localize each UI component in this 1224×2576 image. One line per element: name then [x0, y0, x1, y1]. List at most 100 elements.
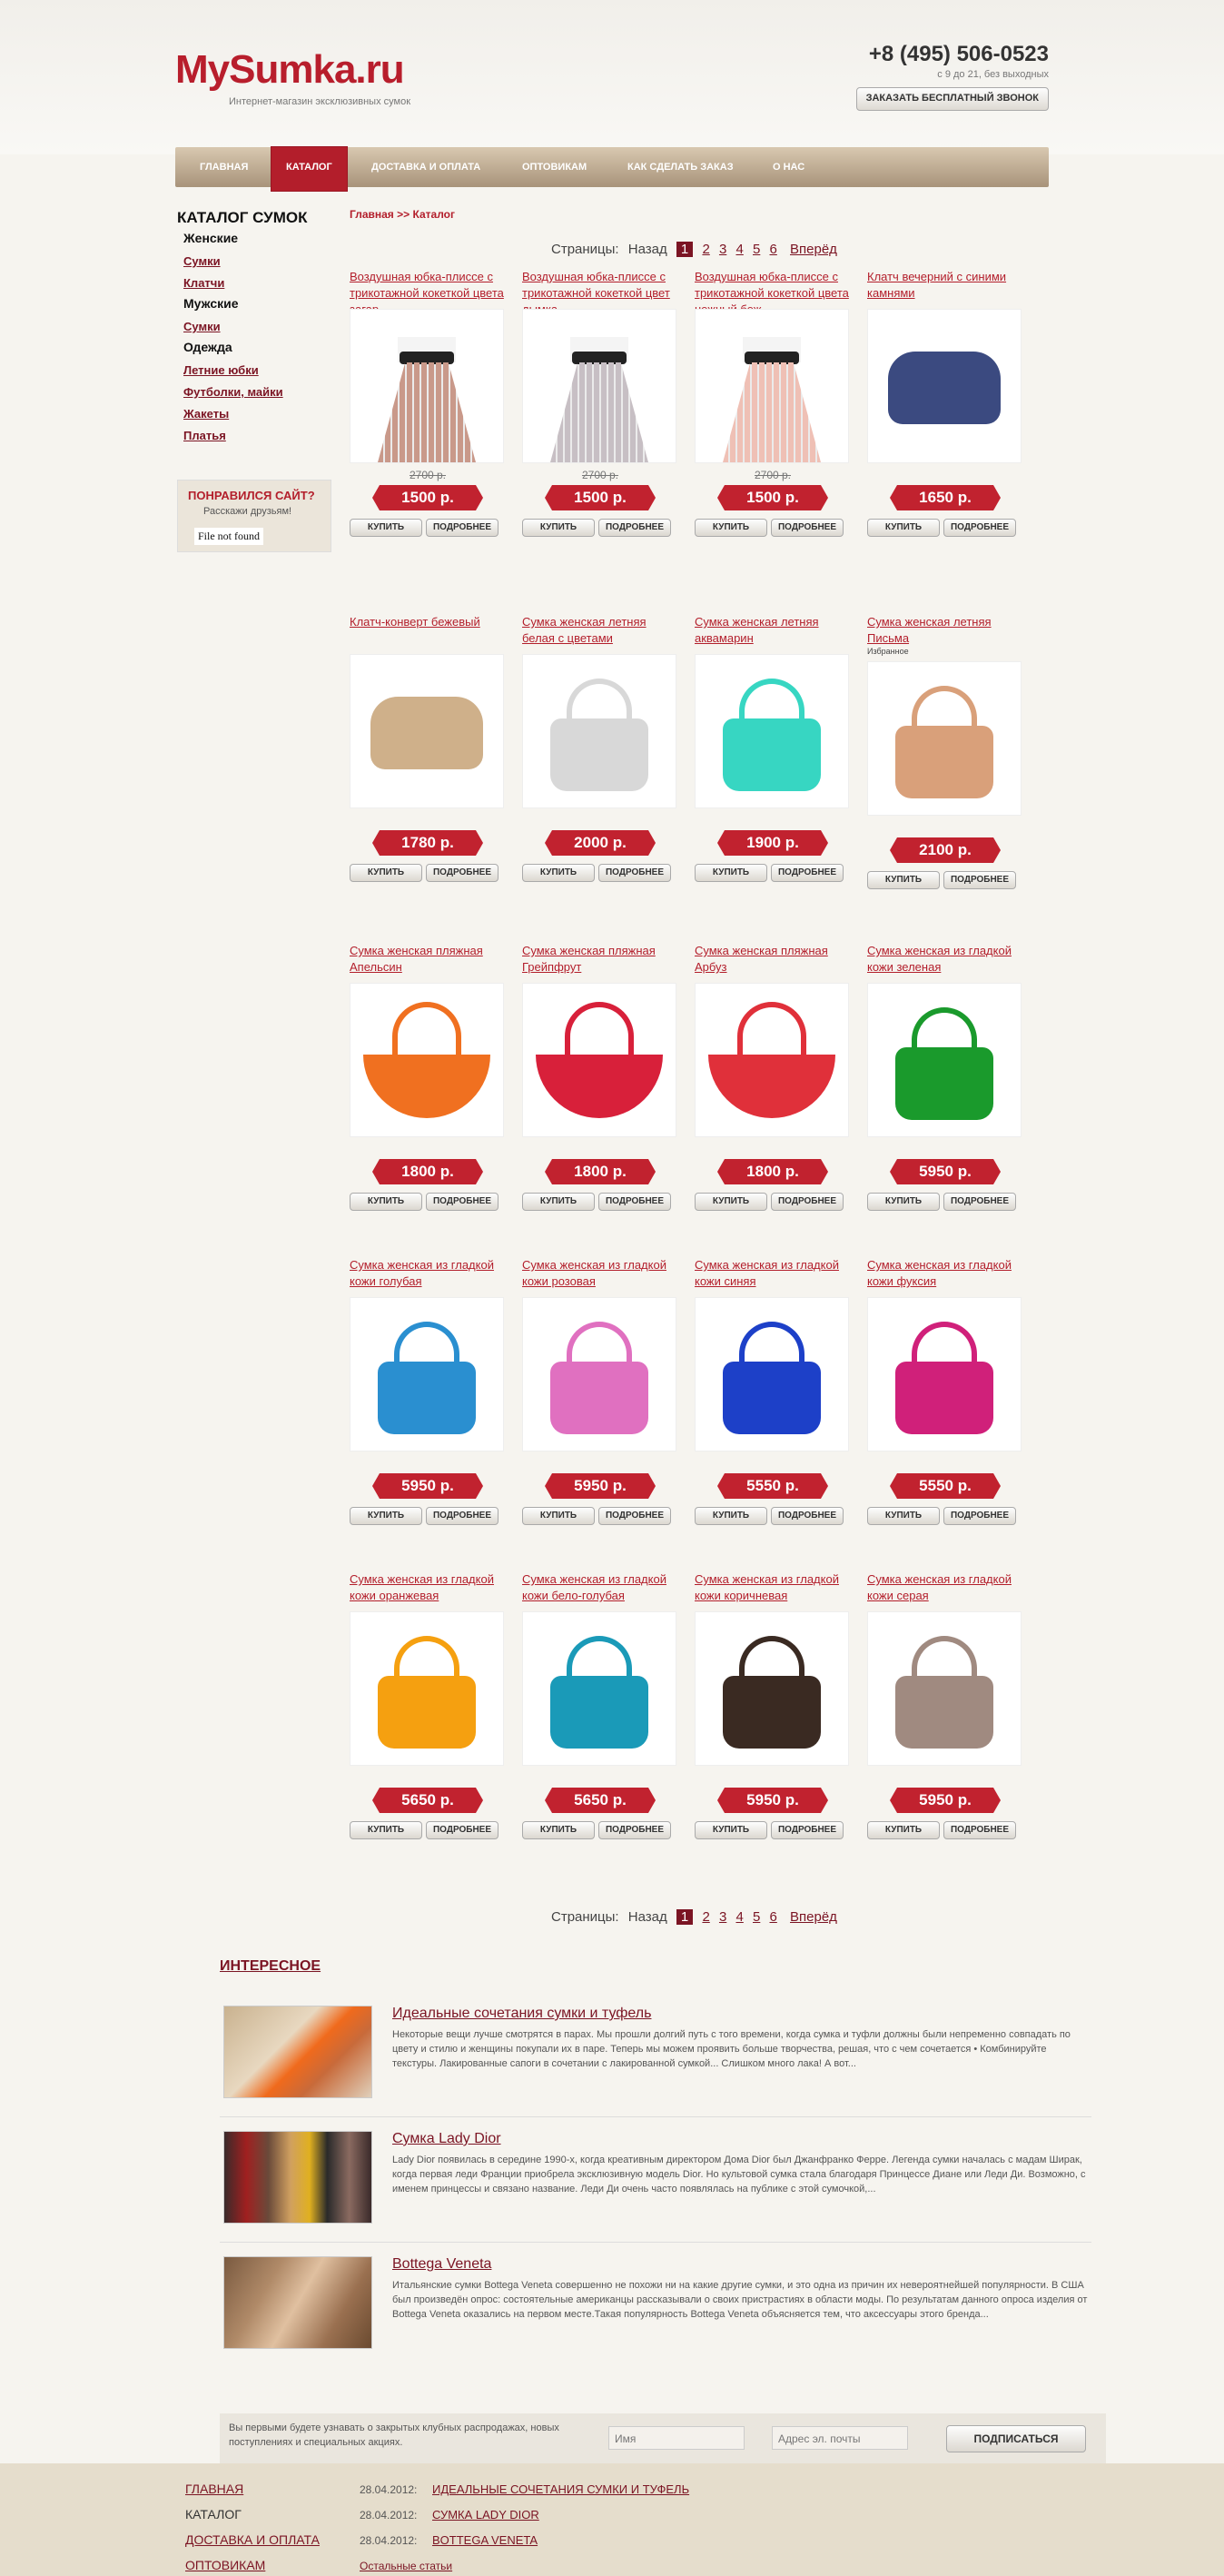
page-link[interactable]: 3 — [719, 242, 726, 257]
site-logo[interactable]: MySumka.ru — [175, 47, 405, 93]
product-title[interactable]: Сумка женская пляжная Грейпфрут — [522, 943, 678, 977]
footer-nav-wholesale[interactable]: ОПТОВИКАМ — [185, 2558, 265, 2572]
page-link[interactable]: 6 — [770, 242, 777, 257]
callback-button[interactable]: ЗАКАЗАТЬ БЕСПЛАТНЫЙ ЗВОНОК — [855, 87, 1049, 111]
product-title[interactable]: Сумка женская пляжная Арбуз — [695, 943, 851, 977]
product-title[interactable]: Сумка женская летняя Письма — [867, 614, 1023, 649]
details-button[interactable]: ПОДРОБНЕЕ — [598, 519, 671, 537]
buy-button[interactable]: КУПИТЬ — [522, 519, 595, 537]
details-button[interactable]: ПОДРОБНЕЕ — [426, 864, 498, 882]
nav-item-wholesale[interactable]: ОПТОВИКАМ — [522, 147, 587, 187]
details-button[interactable]: ПОДРОБНЕЕ — [943, 1193, 1016, 1211]
sidebar-item-dresses[interactable]: Платья — [183, 429, 226, 442]
breadcrumb-home[interactable]: Главная — [350, 208, 394, 221]
details-button[interactable]: ПОДРОБНЕЕ — [598, 1507, 671, 1525]
product-image[interactable] — [695, 1611, 849, 1766]
product-image[interactable] — [867, 983, 1022, 1137]
page-link[interactable]: 6 — [770, 1909, 777, 1925]
nav-item-delivery[interactable]: ДОСТАВКА И ОПЛАТА — [371, 147, 480, 187]
product-title[interactable]: Сумка женская пляжная Апельсин — [350, 943, 506, 977]
details-button[interactable]: ПОДРОБНЕЕ — [943, 1507, 1016, 1525]
pagination-next[interactable]: Вперёд — [790, 242, 837, 257]
product-title[interactable]: Клатч вечерний с синими камнями — [867, 269, 1023, 303]
product-title[interactable]: Сумка женская из гладкой кожи бело-голуб… — [522, 1571, 678, 1606]
product-image[interactable] — [350, 1297, 504, 1451]
page-link[interactable]: 3 — [719, 1909, 726, 1925]
article-title[interactable]: Сумка Lady Dior — [392, 2131, 501, 2147]
nav-item-about[interactable]: О НАС — [773, 147, 804, 187]
product-title[interactable]: Сумка женская из гладкой кожи розовая — [522, 1257, 678, 1292]
pagination-next[interactable]: Вперёд — [790, 1909, 837, 1925]
product-title[interactable]: Сумка женская из гладкой кожи зеленая — [867, 943, 1023, 977]
product-title[interactable]: Сумка женская из гладкой кожи оранжевая — [350, 1571, 506, 1606]
article-title[interactable]: Идеальные сочетания сумки и туфель — [392, 2006, 651, 2022]
page-link-current[interactable]: 1 — [676, 242, 694, 257]
buy-button[interactable]: КУПИТЬ — [695, 864, 767, 882]
details-button[interactable]: ПОДРОБНЕЕ — [771, 864, 844, 882]
details-button[interactable]: ПОДРОБНЕЕ — [943, 1821, 1016, 1839]
product-image[interactable] — [867, 1611, 1022, 1766]
product-image[interactable] — [867, 661, 1022, 816]
page-link[interactable]: 2 — [702, 1909, 709, 1925]
details-button[interactable]: ПОДРОБНЕЕ — [771, 519, 844, 537]
article-thumbnail[interactable] — [223, 2006, 372, 2098]
sidebar-item-clutches[interactable]: Клатчи — [183, 276, 224, 290]
details-button[interactable]: ПОДРОБНЕЕ — [771, 1193, 844, 1211]
product-title[interactable]: Сумка женская летняя аквамарин — [695, 614, 851, 649]
buy-button[interactable]: КУПИТЬ — [695, 519, 767, 537]
pagination-back[interactable]: Назад — [628, 1909, 667, 1925]
buy-button[interactable]: КУПИТЬ — [867, 1507, 940, 1525]
news-link[interactable]: СУМКА LADY DIOR — [432, 2508, 539, 2522]
product-image[interactable] — [522, 309, 676, 463]
sidebar-category-clothes[interactable]: Одежда — [183, 340, 232, 354]
product-title[interactable]: Клатч-конверт бежевый — [350, 614, 506, 649]
sidebar-item-men-bags[interactable]: Сумки — [183, 320, 221, 333]
sidebar-category-men[interactable]: Мужские — [183, 296, 239, 311]
details-button[interactable]: ПОДРОБНЕЕ — [426, 519, 498, 537]
product-image[interactable] — [695, 654, 849, 808]
product-image[interactable] — [350, 1611, 504, 1766]
product-image[interactable] — [522, 654, 676, 808]
buy-button[interactable]: КУПИТЬ — [695, 1821, 767, 1839]
footer-nav-delivery[interactable]: ДОСТАВКА И ОПЛАТА — [185, 2532, 320, 2547]
product-title[interactable]: Воздушная юбка-плиссе с трикотажной коке… — [350, 269, 506, 316]
article-thumbnail[interactable] — [223, 2131, 372, 2224]
buy-button[interactable]: КУПИТЬ — [522, 1193, 595, 1211]
details-button[interactable]: ПОДРОБНЕЕ — [426, 1193, 498, 1211]
buy-button[interactable]: КУПИТЬ — [867, 871, 940, 889]
details-button[interactable]: ПОДРОБНЕЕ — [598, 1821, 671, 1839]
buy-button[interactable]: КУПИТЬ — [867, 519, 940, 537]
product-title[interactable]: Сумка женская из гладкой кожи серая — [867, 1571, 1023, 1606]
article-thumbnail[interactable] — [223, 2256, 372, 2349]
nav-item-catalog[interactable]: КАТАЛОГ — [271, 147, 347, 191]
details-button[interactable]: ПОДРОБНЕЕ — [771, 1507, 844, 1525]
product-image[interactable] — [350, 654, 504, 808]
details-button[interactable]: ПОДРОБНЕЕ — [943, 871, 1016, 889]
product-image[interactable] — [695, 983, 849, 1137]
nav-item-how-to-order[interactable]: КАК СДЕЛАТЬ ЗАКАЗ — [627, 147, 734, 187]
product-title[interactable]: Сумка женская из гладкой кожи фуксия — [867, 1257, 1023, 1292]
product-image[interactable] — [695, 309, 849, 463]
product-title[interactable]: Сумка женская из гладкой кожи коричневая — [695, 1571, 851, 1606]
article-title[interactable]: Bottega Veneta — [392, 2256, 491, 2273]
details-button[interactable]: ПОДРОБНЕЕ — [426, 1507, 498, 1525]
sidebar-item-women-bags[interactable]: Сумки — [183, 254, 221, 268]
page-link[interactable]: 4 — [735, 1909, 743, 1925]
pagination-back[interactable]: Назад — [628, 242, 667, 257]
buy-button[interactable]: КУПИТЬ — [350, 1821, 422, 1839]
product-image[interactable] — [522, 983, 676, 1137]
page-link[interactable]: 5 — [753, 242, 760, 257]
nav-item-home[interactable]: ГЛАВНАЯ — [200, 147, 248, 187]
buy-button[interactable]: КУПИТЬ — [522, 1821, 595, 1839]
details-button[interactable]: ПОДРОБНЕЕ — [943, 519, 1016, 537]
details-button[interactable]: ПОДРОБНЕЕ — [771, 1821, 844, 1839]
buy-button[interactable]: КУПИТЬ — [867, 1193, 940, 1211]
page-link[interactable]: 2 — [702, 242, 709, 257]
page-link[interactable]: 4 — [735, 242, 743, 257]
product-image[interactable] — [350, 983, 504, 1137]
buy-button[interactable]: КУПИТЬ — [350, 1193, 422, 1211]
details-button[interactable]: ПОДРОБНЕЕ — [598, 864, 671, 882]
news-link[interactable]: ИДЕАЛЬНЫЕ СОЧЕТАНИЯ СУМКИ И ТУФЕЛЬ — [432, 2482, 689, 2496]
footer-nav-catalog[interactable]: КАТАЛОГ — [185, 2507, 242, 2522]
news-link[interactable]: BOTTEGA VENETA — [432, 2533, 538, 2547]
